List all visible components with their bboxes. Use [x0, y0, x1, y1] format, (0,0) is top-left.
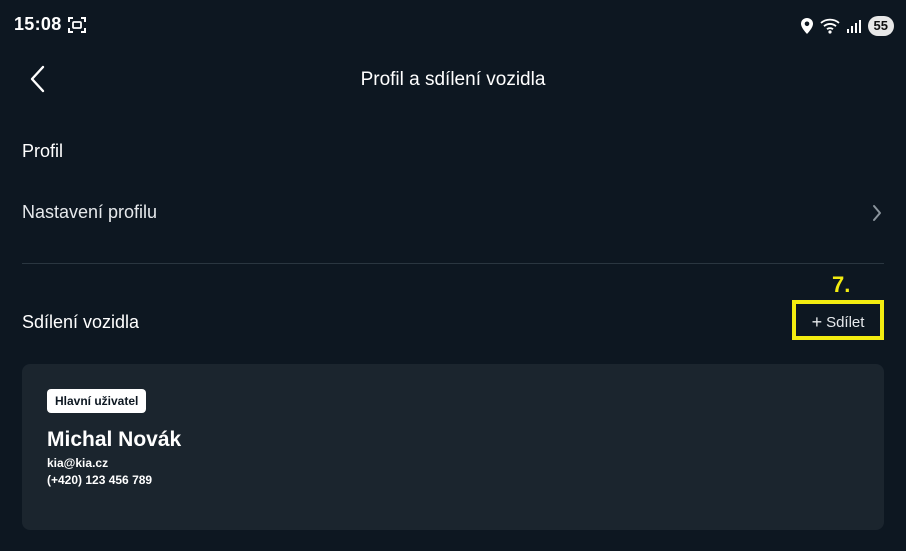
- step-number-annotation: 7.: [832, 272, 851, 297]
- share-button-label: Sdílet: [826, 313, 865, 331]
- user-phone: (+420) 123 456 789: [47, 473, 153, 487]
- chevron-right-icon: [872, 204, 882, 227]
- app-header: Profil a sdílení vozidla: [0, 52, 906, 110]
- page-title: Profil a sdílení vozidla: [360, 69, 546, 90]
- profile-settings-label: Nastavení profilu: [22, 202, 158, 222]
- status-time: 15:08: [14, 14, 62, 34]
- vehicle-sharing-heading: Sdílení vozidla: [22, 312, 140, 332]
- primary-user-card: Hlavní uživatel Michal Novák kia@kia.cz …: [22, 364, 884, 530]
- plus-icon: +: [811, 312, 823, 332]
- user-name: Michal Novák: [47, 428, 182, 451]
- status-bar: 15:08 55: [0, 0, 906, 52]
- user-email: kia@kia.cz: [47, 456, 109, 470]
- screenshot-icon: [68, 16, 86, 34]
- role-badge: Hlavní uživatel: [47, 389, 147, 413]
- profile-settings-row[interactable]: Nastavení profilu: [22, 190, 884, 236]
- share-button[interactable]: + Sdílet: [800, 310, 876, 334]
- signal-icon: [846, 18, 862, 34]
- wifi-icon: [819, 18, 840, 34]
- battery-indicator: 55: [867, 16, 894, 36]
- status-icons: 55: [800, 15, 894, 37]
- profile-section-heading: Profil: [22, 141, 64, 161]
- section-divider: [22, 263, 884, 264]
- location-icon: [800, 17, 814, 35]
